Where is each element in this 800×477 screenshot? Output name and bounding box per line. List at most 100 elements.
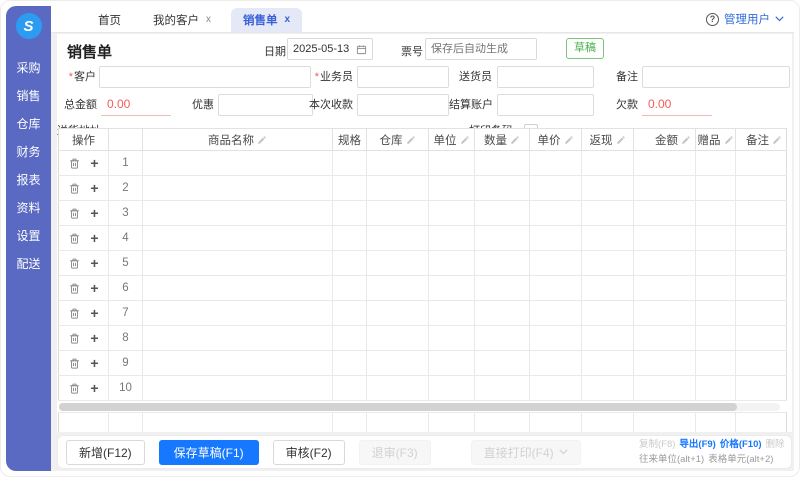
cell-unit-price[interactable] (530, 276, 582, 301)
cell-amount[interactable] (634, 301, 696, 326)
table-cell-link[interactable]: 表格单元(alt+2) (708, 454, 773, 465)
cell-warehouse[interactable] (367, 276, 429, 301)
partner-unit-link[interactable]: 往来单位(alt+1) (639, 454, 704, 465)
customer-input[interactable] (99, 66, 311, 88)
cell-unit[interactable] (429, 326, 475, 351)
cell-cashback[interactable] (582, 326, 634, 351)
cell-spec[interactable] (333, 201, 367, 226)
trash-icon[interactable] (68, 307, 81, 320)
trash-icon[interactable] (68, 332, 81, 345)
cell-warehouse[interactable] (367, 251, 429, 276)
cell-cashback[interactable] (582, 226, 634, 251)
add-row-icon[interactable]: + (90, 206, 98, 220)
cell-product-name[interactable] (143, 251, 333, 276)
cell-remark[interactable] (736, 176, 787, 201)
cell-spec[interactable] (333, 276, 367, 301)
trash-icon[interactable] (68, 157, 81, 170)
cell-spec[interactable] (333, 376, 367, 401)
tab-sales-order[interactable]: 销售单x (231, 8, 302, 32)
sidebar-item-sales[interactable]: 销售 (6, 82, 51, 110)
add-row-icon[interactable]: + (90, 181, 98, 195)
cell-product-name[interactable] (143, 351, 333, 376)
cell-remark[interactable] (736, 351, 787, 376)
add-row-icon[interactable]: + (90, 256, 98, 270)
ticket-input[interactable] (431, 43, 531, 55)
settle-account-input[interactable] (497, 94, 594, 116)
trash-icon[interactable] (68, 357, 81, 370)
cell-spec[interactable] (333, 151, 367, 176)
cell-gift[interactable] (696, 301, 736, 326)
cell-gift[interactable] (696, 226, 736, 251)
cell-spec[interactable] (333, 351, 367, 376)
cell-quantity[interactable] (475, 176, 530, 201)
cell-cashback[interactable] (582, 251, 634, 276)
export-link[interactable]: 导出(F9) (679, 439, 715, 450)
cell-quantity[interactable] (475, 351, 530, 376)
cell-remark[interactable] (736, 376, 787, 401)
trash-icon[interactable] (68, 232, 81, 245)
tab-close-icon[interactable]: x (206, 15, 211, 25)
cell-quantity[interactable] (475, 201, 530, 226)
add-row-icon[interactable]: + (90, 331, 98, 345)
horizontal-scrollbar[interactable] (59, 403, 780, 411)
cell-product-name[interactable] (143, 176, 333, 201)
cell-gift[interactable] (696, 176, 736, 201)
cell-cashback[interactable] (582, 201, 634, 226)
cell-unit[interactable] (429, 351, 475, 376)
cell-remark[interactable] (736, 326, 787, 351)
copy-link[interactable]: 复制(F8) (639, 439, 675, 450)
cell-product-name[interactable] (143, 376, 333, 401)
trash-icon[interactable] (68, 207, 81, 220)
app-logo[interactable]: S (16, 13, 42, 39)
payment-input[interactable] (357, 94, 449, 116)
cell-unit-price[interactable] (530, 201, 582, 226)
cell-warehouse[interactable] (367, 301, 429, 326)
cell-gift[interactable] (696, 201, 736, 226)
cell-unit[interactable] (429, 226, 475, 251)
cell-remark[interactable] (736, 276, 787, 301)
trash-icon[interactable] (68, 382, 81, 395)
cell-amount[interactable] (634, 151, 696, 176)
cell-amount[interactable] (634, 201, 696, 226)
cell-unit-price[interactable] (530, 226, 582, 251)
cell-amount[interactable] (634, 326, 696, 351)
cell-unit[interactable] (429, 251, 475, 276)
add-row-icon[interactable]: + (90, 381, 98, 395)
calendar-icon[interactable] (356, 44, 367, 55)
add-row-icon[interactable]: + (90, 281, 98, 295)
sidebar-item-settings[interactable]: 设置 (6, 222, 51, 250)
sidebar-item-purchase[interactable]: 采购 (6, 54, 51, 82)
add-row-icon[interactable]: + (90, 231, 98, 245)
cell-cashback[interactable] (582, 176, 634, 201)
scrollbar-thumb[interactable] (59, 403, 737, 411)
cell-product-name[interactable] (143, 201, 333, 226)
cell-spec[interactable] (333, 326, 367, 351)
sidebar-item-warehouse[interactable]: 仓库 (6, 110, 51, 138)
cell-cashback[interactable] (582, 301, 634, 326)
cell-gift[interactable] (696, 276, 736, 301)
cell-quantity[interactable] (475, 376, 530, 401)
cell-unit[interactable] (429, 276, 475, 301)
user-menu[interactable]: ? 管理用户 (706, 6, 784, 32)
cell-product-name[interactable] (143, 151, 333, 176)
cell-remark[interactable] (736, 201, 787, 226)
cell-product-name[interactable] (143, 301, 333, 326)
sidebar-item-data[interactable]: 资料 (6, 194, 51, 222)
salesman-input[interactable] (357, 66, 449, 88)
cell-remark[interactable] (736, 301, 787, 326)
cell-unit-price[interactable] (530, 301, 582, 326)
save-draft-button[interactable]: 保存草稿(F1) (159, 440, 259, 465)
cell-gift[interactable] (696, 251, 736, 276)
cell-warehouse[interactable] (367, 326, 429, 351)
cell-unit[interactable] (429, 301, 475, 326)
cell-gift[interactable] (696, 351, 736, 376)
cell-cashback[interactable] (582, 276, 634, 301)
cell-unit[interactable] (429, 151, 475, 176)
cell-unit-price[interactable] (530, 376, 582, 401)
cell-remark[interactable] (736, 251, 787, 276)
cell-gift[interactable] (696, 151, 736, 176)
cell-warehouse[interactable] (367, 151, 429, 176)
cell-amount[interactable] (634, 251, 696, 276)
cell-amount[interactable] (634, 226, 696, 251)
tab-my-customers[interactable]: 我的客户x (141, 8, 223, 32)
